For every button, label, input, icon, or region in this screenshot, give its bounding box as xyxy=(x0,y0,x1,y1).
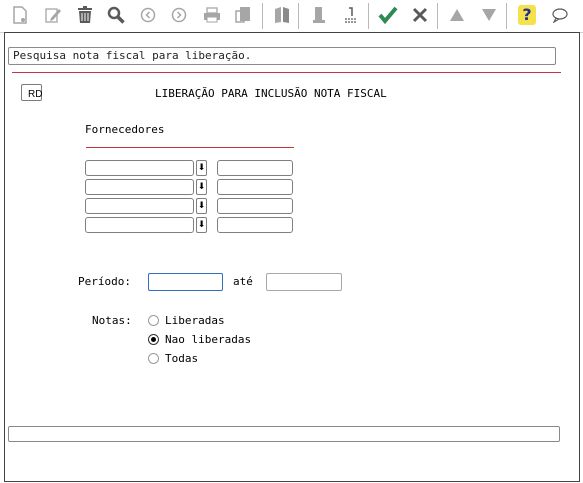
fornecedor-code-field-1[interactable] xyxy=(85,160,194,176)
trash-icon[interactable] xyxy=(74,4,96,26)
lookup-arrow-icon[interactable]: ⬇ xyxy=(196,179,207,195)
header-divider xyxy=(12,72,561,73)
bookmark-icon[interactable] xyxy=(308,4,330,26)
list-icon[interactable] xyxy=(340,4,362,26)
last-icon[interactable] xyxy=(478,4,500,26)
ate-label: até xyxy=(233,275,253,288)
lookup-arrow-icon[interactable]: ⬇ xyxy=(196,160,207,176)
toolbar-separator xyxy=(298,3,299,29)
new-document-icon[interactable] xyxy=(9,4,31,26)
radio-button[interactable] xyxy=(148,315,159,326)
help-icon[interactable]: ? xyxy=(518,5,536,25)
radio-button[interactable] xyxy=(148,353,159,364)
fornecedor-code-field-2[interactable] xyxy=(85,179,194,195)
periodo-label: Período: xyxy=(78,275,131,288)
periodo-to-input[interactable] xyxy=(266,273,342,291)
status-bar xyxy=(8,426,560,442)
search-icon[interactable] xyxy=(105,4,127,26)
toolbar-separator xyxy=(437,3,438,29)
cancel-icon[interactable] xyxy=(409,4,431,26)
fornecedor-name-field-3[interactable] xyxy=(217,198,293,214)
fornecedor-code-field-4[interactable] xyxy=(85,217,194,233)
comment-icon[interactable] xyxy=(549,4,571,26)
first-icon[interactable] xyxy=(446,4,468,26)
fornecedores-divider xyxy=(86,147,294,148)
periodo-from-input[interactable] xyxy=(148,273,223,291)
radio-label: Liberadas xyxy=(165,314,225,327)
rd-button[interactable]: RD xyxy=(21,84,42,101)
toolbar-separator xyxy=(262,3,263,29)
notas-label: Notas: xyxy=(92,314,132,327)
next-icon[interactable] xyxy=(168,4,190,26)
fornecedor-name-field-1[interactable] xyxy=(217,160,293,176)
radio-nao-liberadas[interactable]: Nao liberadas xyxy=(148,333,251,346)
book-icon[interactable] xyxy=(271,4,293,26)
radio-label: Todas xyxy=(165,352,199,365)
toolbar: ? xyxy=(0,0,583,33)
header-field[interactable]: Pesquisa nota fiscal para liberação. xyxy=(8,47,556,65)
edit-icon[interactable] xyxy=(42,4,64,26)
radio-liberadas[interactable]: Liberadas xyxy=(148,314,225,327)
toolbar-separator xyxy=(506,3,507,29)
lookup-arrow-icon[interactable]: ⬇ xyxy=(196,198,207,214)
print-icon[interactable] xyxy=(201,4,223,26)
radio-todas[interactable]: Todas xyxy=(148,352,198,365)
toolbar-separator xyxy=(368,3,369,29)
radio-button[interactable] xyxy=(148,334,159,345)
radio-label: Nao liberadas xyxy=(165,333,252,346)
fornecedor-name-field-2[interactable] xyxy=(217,179,293,195)
fornecedor-code-field-3[interactable] xyxy=(85,198,194,214)
confirm-check-icon[interactable] xyxy=(377,4,399,26)
lookup-arrow-icon[interactable]: ⬇ xyxy=(196,217,207,233)
fornecedor-name-field-4[interactable] xyxy=(217,217,293,233)
page-title: LIBERAÇÃO PARA INCLUSÃO NOTA FISCAL xyxy=(155,87,387,100)
fornecedores-label: Fornecedores xyxy=(85,123,165,136)
export-icon[interactable] xyxy=(232,4,254,26)
previous-icon[interactable] xyxy=(137,4,159,26)
